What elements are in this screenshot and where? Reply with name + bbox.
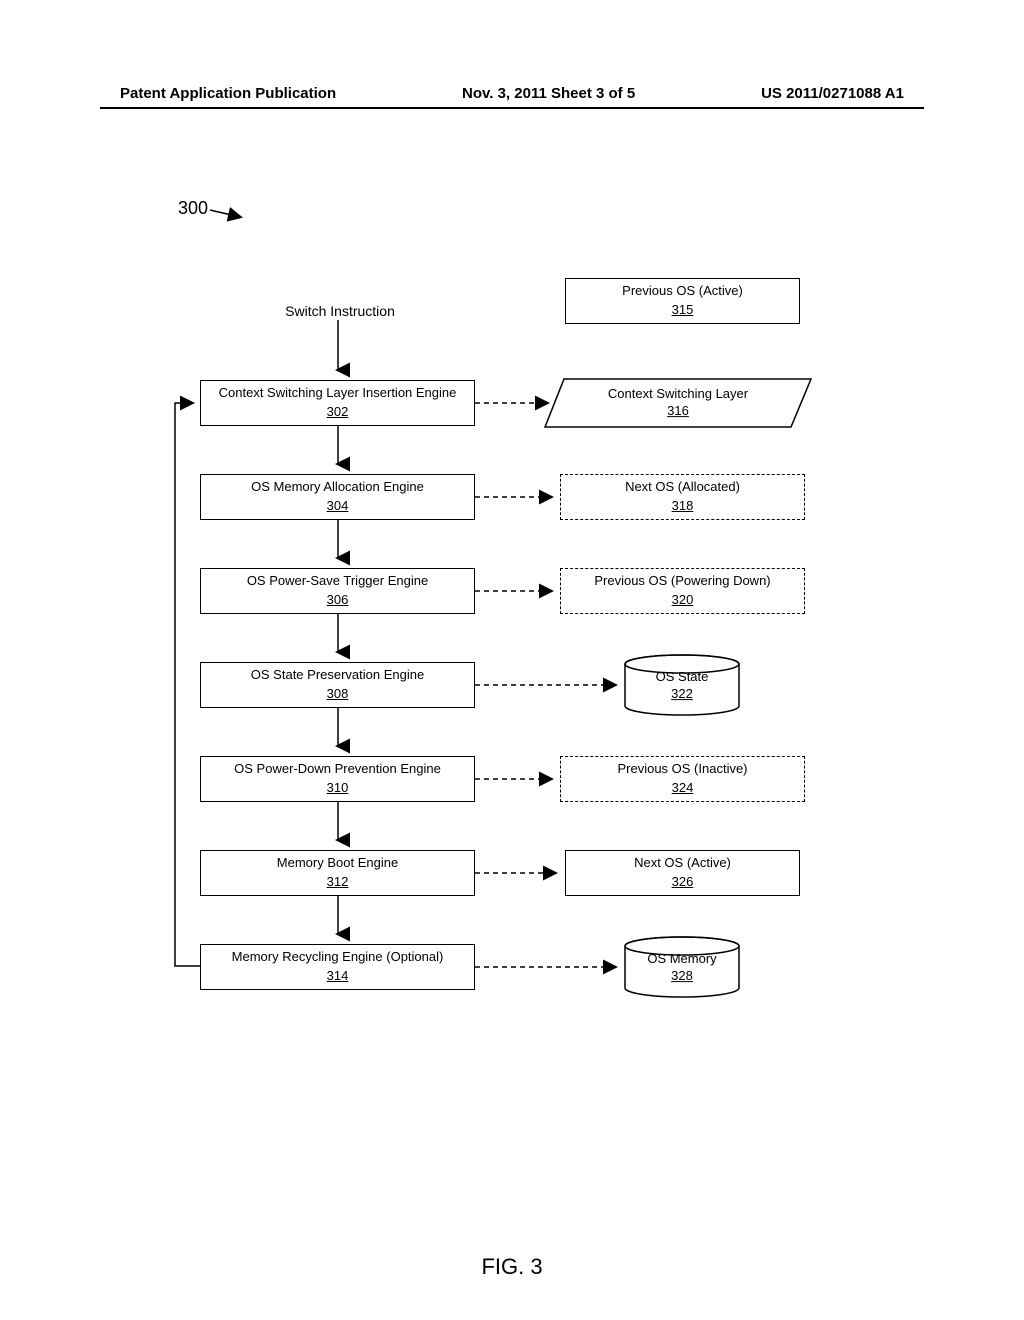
cylinder-os-memory: OS Memory 328 <box>623 936 741 998</box>
dash-308-322 <box>475 680 630 690</box>
arrow-308-310 <box>333 708 343 756</box>
box-os-power-down-prevention-engine: OS Power-Down Prevention Engine 310 <box>200 756 475 802</box>
box-label: Memory Recycling Engine (Optional) <box>232 949 444 966</box>
diagram-reference-label: 300 <box>178 198 208 219</box>
box-os-state-preservation-engine: OS State Preservation Engine 308 <box>200 662 475 708</box>
dash-314-328 <box>475 962 630 972</box>
box-ref: 316 <box>667 403 689 418</box>
dash-306-320 <box>475 586 565 596</box>
figure-diagram: 300 Switch Instruction Context Switching… <box>0 170 1024 1220</box>
box-next-os-allocated: Next OS (Allocated) 318 <box>560 474 805 520</box>
arrow-302-304 <box>333 426 343 474</box>
box-label: Memory Boot Engine <box>277 855 398 872</box>
box-os-power-save-trigger-engine: OS Power-Save Trigger Engine 306 <box>200 568 475 614</box>
box-ref: 322 <box>671 686 693 701</box>
box-ref: 312 <box>327 874 349 891</box>
box-ref: 324 <box>672 780 694 797</box>
arrow-switch-to-302 <box>333 320 343 380</box>
box-label: OS Power-Down Prevention Engine <box>234 761 441 778</box>
header-right: US 2011/0271088 A1 <box>761 85 904 102</box>
box-label: Context Switching Layer <box>608 386 748 401</box>
box-memory-boot-engine: Memory Boot Engine 312 <box>200 850 475 896</box>
box-ref: 320 <box>672 592 694 609</box>
header-rule <box>100 107 924 109</box>
box-ref: 326 <box>672 874 694 891</box>
arrow-306-308 <box>333 614 343 662</box>
box-context-switching-engine: Context Switching Layer Insertion Engine… <box>200 380 475 426</box>
arrow-feedback-314-302 <box>170 400 210 970</box>
box-memory-recycling-engine: Memory Recycling Engine (Optional) 314 <box>200 944 475 990</box>
box-label: Context Switching Layer Insertion Engine <box>219 385 457 402</box>
box-label: OS State Preservation Engine <box>251 667 424 684</box>
page-header: Patent Application Publication Nov. 3, 2… <box>0 85 1024 102</box>
box-ref: 315 <box>672 302 694 319</box>
dash-302-316 <box>475 398 565 408</box>
box-ref: 328 <box>671 968 693 983</box>
figure-label: FIG. 3 <box>0 1254 1024 1280</box>
box-ref: 304 <box>327 498 349 515</box>
box-os-memory-allocation-engine: OS Memory Allocation Engine 304 <box>200 474 475 520</box>
arrow-304-306 <box>333 520 343 568</box>
box-label: Previous OS (Powering Down) <box>594 573 770 590</box>
box-next-os-active: Next OS (Active) 326 <box>565 850 800 896</box>
parallelogram-context-switching-layer: Context Switching Layer 316 <box>544 378 812 428</box>
header-left: Patent Application Publication <box>120 85 336 102</box>
box-label: OS Power-Save Trigger Engine <box>247 573 428 590</box>
box-previous-os-powering-down: Previous OS (Powering Down) 320 <box>560 568 805 614</box>
box-ref: 314 <box>327 968 349 985</box>
box-label: OS Memory <box>647 951 716 966</box>
box-ref: 310 <box>327 780 349 797</box>
arrow-312-314 <box>333 896 343 944</box>
switch-instruction-label: Switch Instruction <box>260 303 420 319</box>
cylinder-os-state: OS State 322 <box>623 654 741 716</box>
box-ref: 302 <box>327 404 349 421</box>
box-label: Next OS (Allocated) <box>625 479 740 496</box>
box-ref: 308 <box>327 686 349 703</box>
box-ref: 318 <box>672 498 694 515</box>
box-previous-os-active: Previous OS (Active) 315 <box>565 278 800 324</box>
box-ref: 306 <box>327 592 349 609</box>
box-label: OS Memory Allocation Engine <box>251 479 424 496</box>
dash-304-318 <box>475 492 565 502</box>
ref-leader-arrow <box>210 205 260 225</box>
box-label: Previous OS (Active) <box>622 283 743 300</box>
box-label: Next OS (Active) <box>634 855 731 872</box>
dash-312-326 <box>475 868 570 878</box>
box-label: Previous OS (Inactive) <box>617 761 747 778</box>
arrow-310-312 <box>333 802 343 850</box>
box-previous-os-inactive: Previous OS (Inactive) 324 <box>560 756 805 802</box>
box-label: OS State <box>656 669 709 684</box>
header-center: Nov. 3, 2011 Sheet 3 of 5 <box>462 85 635 102</box>
dash-310-324 <box>475 774 565 784</box>
